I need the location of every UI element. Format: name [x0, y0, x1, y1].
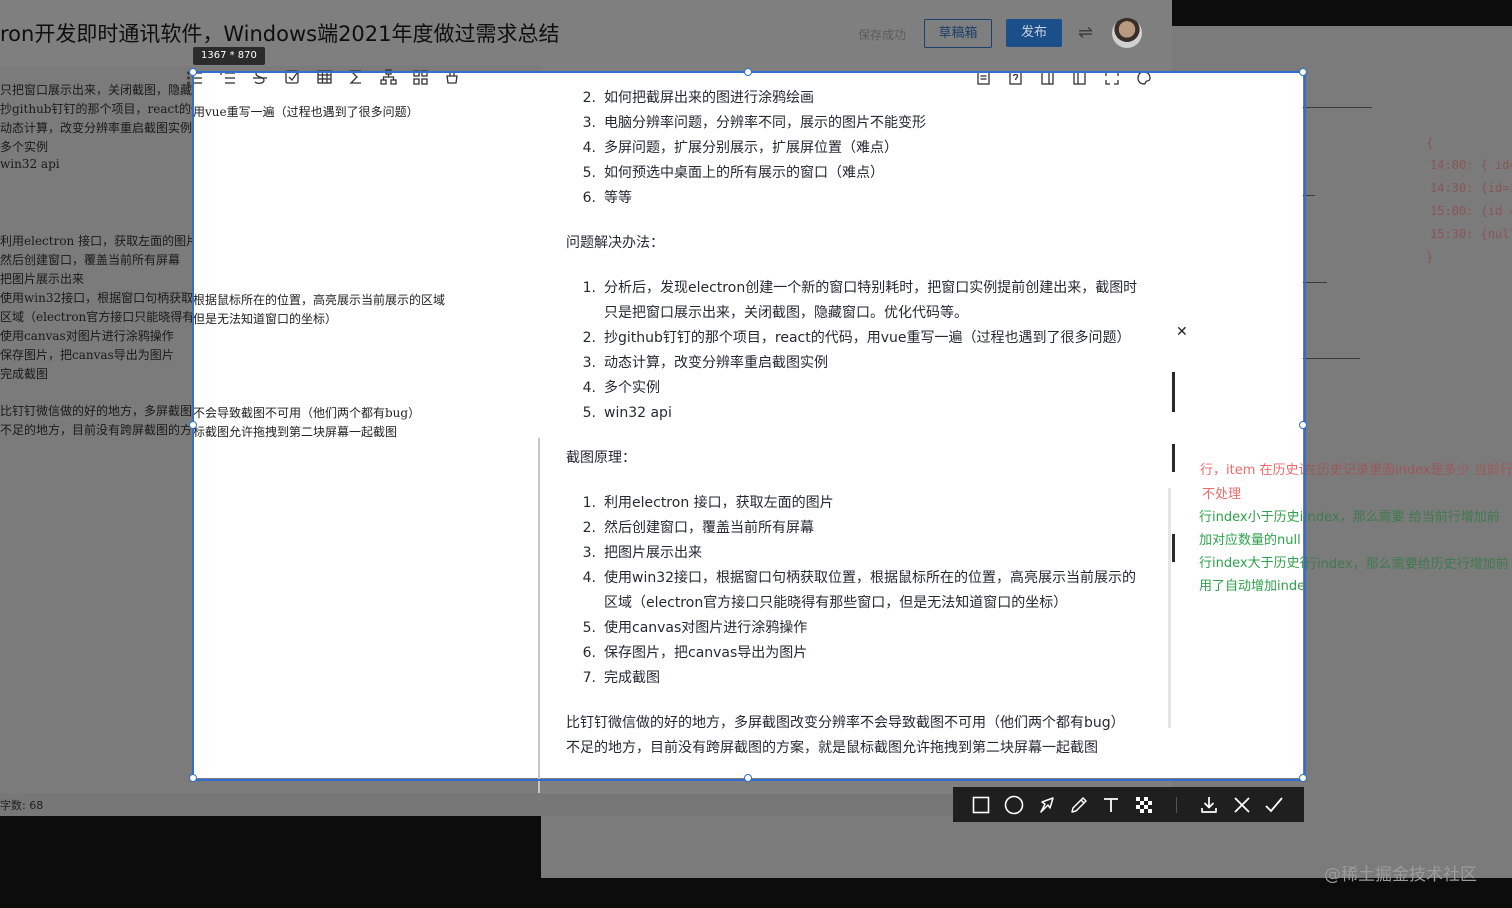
- resize-handle-bottom-right[interactable]: [1299, 774, 1307, 782]
- capture-toolbar: [953, 787, 1304, 822]
- save-status: 保存成功: [858, 28, 907, 42]
- note-line: 在历史记录里面index是多少 当前行index: [1304, 463, 1512, 478]
- selection-size-label: 1367 * 870: [193, 47, 265, 65]
- code-line: 14:00: { id=: [1430, 158, 1512, 172]
- editor-header: ron开发即时通讯软件，Windows端2021年度做过需求总结 保存成功 草稿…: [0, 0, 1172, 67]
- watermark: @稀土掘金技术社区: [1324, 865, 1477, 885]
- resize-handle-bottom[interactable]: [744, 774, 752, 782]
- publish-button[interactable]: 发布: [1006, 19, 1062, 47]
- code-line: 15:00: {id =3,: [1430, 204, 1512, 218]
- resize-handle-top-right[interactable]: [1299, 68, 1307, 76]
- md-line: win32 api: [0, 157, 60, 171]
- pen-icon[interactable]: [1066, 792, 1092, 818]
- md-line: 动态计算，改变分辨率重启截图实例: [0, 121, 193, 135]
- resize-handle-left[interactable]: [189, 421, 197, 429]
- mosaic-icon[interactable]: [1131, 792, 1157, 818]
- word-count: 字数: 68: [0, 799, 44, 812]
- text-icon[interactable]: [1098, 792, 1124, 818]
- ellipse-icon[interactable]: [1001, 792, 1027, 818]
- md-line: 完成截图: [0, 367, 49, 381]
- md-line: 然后创建窗口，覆盖当前所有屏幕: [0, 253, 181, 267]
- background-desktop: [0, 816, 541, 908]
- capture-selection-frame[interactable]: [192, 71, 1306, 781]
- code-line: 14:30: {id=1,: [1430, 181, 1512, 195]
- rectangle-icon[interactable]: [968, 792, 994, 818]
- note-line: 行index，那么需要给历史行增加前: [1304, 557, 1509, 572]
- md-line: 多个实例: [0, 140, 49, 154]
- avatar[interactable]: [1112, 18, 1142, 48]
- arrow-icon[interactable]: [1034, 792, 1060, 818]
- resize-handle-bottom-left[interactable]: [189, 774, 197, 782]
- md-line: 利用electron 接口，获取左面的图片: [0, 234, 199, 248]
- resize-handle-top-left[interactable]: [189, 68, 197, 76]
- toolbar-separator: [1176, 797, 1177, 813]
- code-line: 15:30: {null, n: [1430, 227, 1512, 241]
- drafts-button[interactable]: 草稿箱: [924, 19, 992, 48]
- download-icon[interactable]: [1196, 792, 1222, 818]
- code-brace: {: [1426, 136, 1434, 150]
- article-title[interactable]: ron开发即时通讯软件，Windows端2021年度做过需求总结: [0, 18, 560, 48]
- resize-handle-right[interactable]: [1299, 421, 1307, 429]
- md-line: 把图片展示出来: [0, 272, 85, 286]
- swap-icon[interactable]: ⇌: [1078, 22, 1093, 43]
- cancel-icon[interactable]: [1229, 792, 1255, 818]
- md-line: 使用canvas对图片进行涂鸦操作: [0, 329, 174, 343]
- confirm-icon[interactable]: [1261, 792, 1287, 818]
- code-brace: }: [1426, 250, 1434, 264]
- resize-handle-top[interactable]: [744, 68, 752, 76]
- note-line: index，那么需要 给当前行增加前: [1304, 510, 1500, 525]
- md-line: 保存图片，把canvas导出为图片: [0, 348, 174, 362]
